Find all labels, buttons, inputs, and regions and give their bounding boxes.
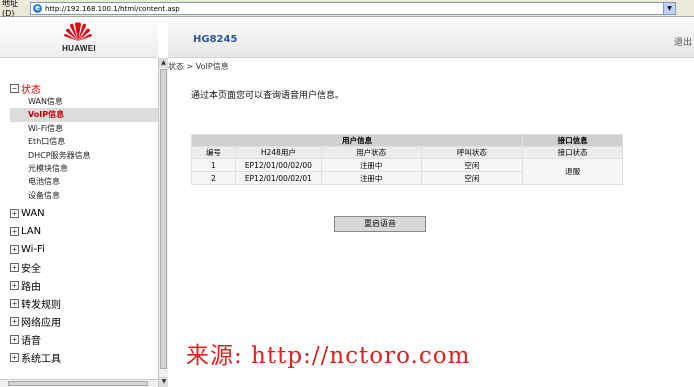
col-call-status: 呼叫状态 bbox=[420, 146, 524, 159]
left-nav-frame: HUAWEI − 状态 WAN信息 VoIP信息 Wi-Fi信息 Eth口信息 … bbox=[0, 17, 169, 387]
page-description: 通过本页面您可以查询语音用户信息。 bbox=[191, 91, 345, 101]
table-row: 1 EP12/01/00/02/00 注册中 空闲 退服 bbox=[191, 158, 623, 185]
col-h248-user: H248用户 bbox=[234, 146, 322, 159]
expand-icon[interactable]: + bbox=[10, 263, 19, 273]
expand-icon[interactable]: + bbox=[10, 281, 19, 291]
expand-icon[interactable]: + bbox=[10, 299, 19, 309]
menu-group-label: Wi-Fi bbox=[21, 244, 45, 256]
breadcrumb: 状态 > VoIP信息 bbox=[168, 62, 229, 71]
logout-link[interactable]: 退出 bbox=[674, 35, 692, 48]
logo-wordmark: HUAWEI bbox=[62, 44, 96, 53]
expand-icon[interactable]: + bbox=[10, 335, 19, 345]
menu-group-lan[interactable]: + LAN bbox=[10, 225, 158, 238]
cell-port-status: 退服 bbox=[522, 158, 623, 185]
menu-group-label: 路由 bbox=[21, 282, 41, 294]
source-watermark: 来源: http://nctoro.com bbox=[186, 343, 471, 369]
menu-item-wifi-info[interactable]: Wi-Fi信息 bbox=[10, 122, 158, 135]
col-user-status: 用户状态 bbox=[320, 146, 422, 159]
menu-group-system-tools[interactable]: + 系统工具 bbox=[10, 351, 158, 366]
collapse-icon[interactable]: − bbox=[10, 84, 19, 93]
menu-group-wifi[interactable]: + Wi-Fi bbox=[10, 243, 158, 256]
menu-item-battery-info[interactable]: 电池信息 bbox=[10, 175, 158, 188]
menu-item-eth-info[interactable]: Eth口信息 bbox=[10, 135, 158, 148]
cell-call-status: 空闲 bbox=[420, 158, 524, 172]
left-vertical-scrollbar[interactable]: ▲ ▼ bbox=[158, 58, 169, 387]
menu-group-security[interactable]: + 安全 bbox=[10, 261, 158, 276]
menu-group-label: 系统工具 bbox=[21, 354, 61, 366]
menu-group-label: 转发规则 bbox=[21, 300, 61, 312]
menu-item-wan-info[interactable]: WAN信息 bbox=[10, 95, 158, 108]
menu-group-label: 网络应用 bbox=[21, 318, 61, 330]
address-label: 地址(D) bbox=[2, 0, 18, 18]
scrollbar-thumb[interactable] bbox=[160, 69, 167, 369]
menu-group-label: LAN bbox=[21, 226, 42, 238]
huawei-logo-icon bbox=[64, 22, 92, 41]
logo-area: HUAWEI bbox=[0, 17, 158, 58]
voip-info-table: 用户信息 接口信息 编号 H248用户 用户状态 呼叫状态 接口状态 1 EP1… bbox=[190, 134, 623, 185]
expand-icon[interactable]: + bbox=[10, 209, 19, 219]
expand-icon[interactable]: + bbox=[10, 353, 19, 363]
chevron-down-icon[interactable]: ▼ bbox=[663, 3, 675, 14]
scroll-up-icon[interactable]: ▲ bbox=[159, 58, 168, 68]
menu-group-wan[interactable]: + WAN bbox=[10, 207, 158, 220]
nav-menu: − 状态 WAN信息 VoIP信息 Wi-Fi信息 Eth口信息 DHCP服务器… bbox=[10, 82, 158, 366]
cell-user-status: 注册中 bbox=[320, 158, 422, 172]
table-column-header: 编号 H248用户 用户状态 呼叫状态 接口状态 bbox=[191, 146, 623, 159]
url-input[interactable]: e http://192.168.100.1/html/content.asp … bbox=[30, 2, 676, 15]
user-info-header: 用户信息 bbox=[190, 134, 524, 147]
menu-group-label: 语音 bbox=[21, 336, 41, 348]
menu-group-voice[interactable]: + 语音 bbox=[10, 333, 158, 348]
menu-group-routing[interactable]: + 路由 bbox=[10, 279, 158, 294]
menu-item-voip-info[interactable]: VoIP信息 bbox=[10, 108, 158, 122]
table-group-header: 用户信息 接口信息 bbox=[190, 134, 623, 147]
main-content-frame: HG8245 退出 状态 > VoIP信息 通过本页面您可以查询语音用户信息。 … bbox=[168, 17, 694, 387]
ie-page-icon: e bbox=[33, 4, 42, 13]
url-text: http://192.168.100.1/html/content.asp bbox=[45, 4, 180, 13]
cell-call-status: 空闲 bbox=[420, 171, 524, 185]
expand-icon[interactable]: + bbox=[10, 245, 19, 255]
menu-group-forwarding[interactable]: + 转发规则 bbox=[10, 297, 158, 312]
cell-user: EP12/01/00/02/01 bbox=[234, 171, 322, 185]
cell-id: 2 bbox=[191, 171, 236, 185]
scrollbar-thumb[interactable] bbox=[8, 381, 148, 386]
cell-id: 1 bbox=[191, 158, 236, 172]
menu-group-label: 状态 bbox=[21, 85, 41, 96]
restart-voice-button[interactable]: 重启语音 bbox=[334, 216, 426, 232]
menu-item-optical-info[interactable]: 光模块信息 bbox=[10, 162, 158, 175]
cell-user: EP12/01/00/02/00 bbox=[234, 158, 322, 172]
col-port-status: 接口状态 bbox=[522, 146, 623, 159]
menu-item-dhcp-info[interactable]: DHCP服务器信息 bbox=[10, 149, 158, 162]
header-bar: HG8245 退出 bbox=[168, 17, 694, 58]
expand-icon[interactable]: + bbox=[10, 317, 19, 327]
cell-user-status: 注册中 bbox=[320, 171, 422, 185]
menu-group-label: 安全 bbox=[21, 264, 41, 276]
menu-item-device-info[interactable]: 设备信息 bbox=[10, 189, 158, 202]
device-model: HG8245 bbox=[193, 34, 238, 45]
port-info-header: 接口信息 bbox=[522, 134, 623, 147]
menu-group-status[interactable]: − 状态 bbox=[10, 82, 158, 96]
address-bar: 地址(D) e http://192.168.100.1/html/conten… bbox=[0, 0, 694, 18]
col-id: 编号 bbox=[191, 146, 236, 159]
menu-group-label: WAN bbox=[21, 208, 45, 220]
expand-icon[interactable]: + bbox=[10, 227, 19, 237]
menu-group-network-apps[interactable]: + 网络应用 bbox=[10, 315, 158, 330]
left-horizontal-scrollbar[interactable] bbox=[0, 379, 158, 387]
